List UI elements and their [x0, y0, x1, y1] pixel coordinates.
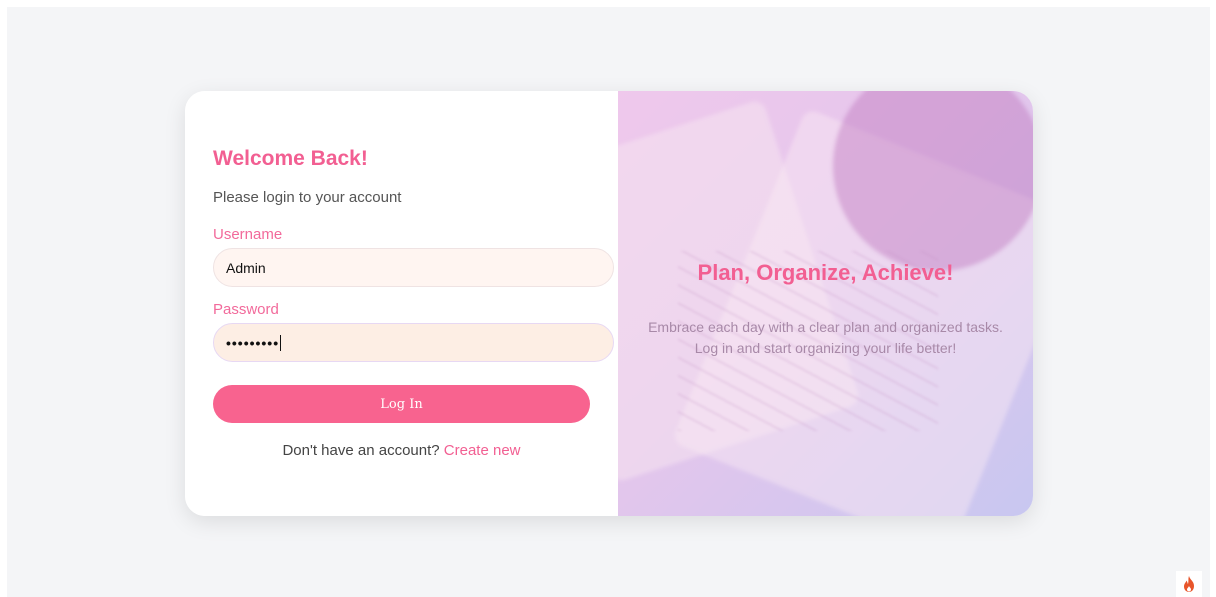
signup-prompt: Don't have an account? — [282, 442, 440, 459]
username-input[interactable]: Admin — [213, 248, 614, 287]
login-title: Welcome Back! — [213, 147, 368, 170]
create-account-link[interactable]: Create new — [444, 442, 521, 459]
page-background: Welcome Back! Please login to your accou… — [7, 7, 1210, 597]
flame-icon[interactable] — [1176, 571, 1202, 597]
text-cursor — [280, 334, 282, 351]
login-button[interactable]: Log In — [213, 385, 590, 423]
login-card: Welcome Back! Please login to your accou… — [185, 91, 1033, 516]
login-subtitle: Please login to your account — [213, 189, 402, 206]
hero-panel: Plan, Organize, Achieve! Embrace each da… — [618, 91, 1033, 516]
hero-text: Embrace each day with a clear plan and o… — [648, 319, 1003, 356]
username-value: Admin — [226, 259, 266, 276]
username-label: Username — [213, 226, 283, 243]
signup-row: Don't have an account? Create new — [185, 442, 618, 459]
login-form-panel: Welcome Back! Please login to your accou… — [185, 91, 618, 516]
password-label: Password — [213, 301, 279, 318]
password-input[interactable]: ••••••••• — [213, 323, 614, 362]
password-value: ••••••••• — [226, 334, 280, 351]
hero-title: Plan, Organize, Achieve! — [697, 260, 954, 285]
